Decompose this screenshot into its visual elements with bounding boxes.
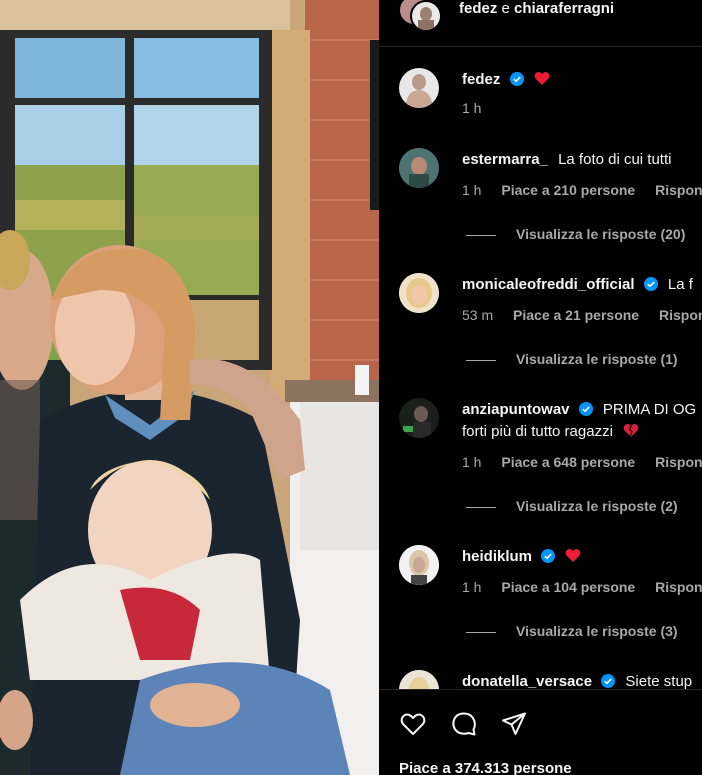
collab-usernames: fedez e chiaraferragni: [459, 0, 614, 17]
comment-likes[interactable]: Piace a 21 persone: [513, 307, 639, 323]
verified-badge-icon: [509, 72, 524, 86]
comment-time[interactable]: 53 m: [462, 307, 493, 323]
verified-badge-icon: [541, 549, 556, 563]
reply-button[interactable]: Rispondi: [655, 182, 702, 198]
comment-bubble-icon[interactable]: [450, 710, 478, 738]
view-replies-button[interactable]: Visualizza le risposte (2): [466, 498, 678, 514]
verified-badge-icon: [578, 402, 593, 416]
comment-username[interactable]: donatella_versace: [462, 673, 592, 690]
reply-button[interactable]: Rispondi: [655, 579, 702, 595]
paper-plane-icon[interactable]: [500, 710, 528, 738]
view-replies-label: Visualizza le risposte (1): [516, 351, 678, 367]
view-replies-button[interactable]: Visualizza le risposte (1): [466, 351, 678, 367]
view-replies-label: Visualizza le risposte (2): [516, 498, 678, 514]
comment-meta: 1 h Piace a 104 persone Rispondi: [462, 579, 702, 595]
comment-line: anziapuntowav PRIMA DI OG: [462, 401, 696, 418]
post-likes-count[interactable]: Piace a 374.313 persone: [399, 760, 572, 775]
comment-line: monicaleofreddi_official La f: [462, 276, 693, 293]
avatar-image: [399, 398, 439, 438]
conjunction: e: [501, 0, 510, 17]
post-photo[interactable]: [0, 0, 379, 775]
reply-button[interactable]: Rispondi: [655, 454, 702, 470]
avatar-image: [418, 7, 434, 30]
comment-username[interactable]: anziapuntowav: [462, 401, 570, 418]
replies-divider: [466, 359, 496, 361]
comment-text: Siete stup: [625, 673, 693, 690]
avatar-image: [399, 273, 439, 313]
username-link[interactable]: chiaraferragni: [514, 0, 614, 17]
heart-outline-icon[interactable]: [399, 710, 427, 738]
comment-line: donatella_versace Siete stup: [462, 673, 692, 690]
avatar-image: [405, 74, 433, 108]
comment-time[interactable]: 1 h: [462, 454, 481, 470]
caption-time[interactable]: 1 h: [462, 100, 481, 116]
avatar[interactable]: [410, 0, 442, 32]
comment-text-continued: forti più di tutto ragazzi: [462, 423, 613, 440]
comment-meta: 1 h Piace a 648 persone Rispondi: [462, 454, 702, 470]
avatar[interactable]: [399, 398, 439, 438]
caption-username[interactable]: fedez: [462, 71, 500, 88]
collab-avatars[interactable]: [398, 0, 442, 34]
comment-text: PRIMA DI OG: [602, 401, 697, 418]
post-header: fedez e chiaraferragni: [379, 0, 702, 47]
comment-likes[interactable]: Piace a 648 persone: [501, 454, 635, 470]
avatar[interactable]: [399, 545, 439, 585]
comment-text: La f: [667, 276, 693, 293]
view-replies-label: Visualizza le risposte (20): [516, 226, 686, 242]
comment-meta: 1 h Piace a 210 persone Rispondi: [462, 182, 702, 198]
avatar-image: [399, 148, 439, 188]
comment-line: heidiklum: [462, 548, 581, 565]
post-action-bar: Piace a 374.313 persone: [379, 689, 702, 775]
comment-meta: 53 m Piace a 21 persone Rispondi: [462, 307, 702, 323]
comment-likes[interactable]: Piace a 104 persone: [501, 579, 635, 595]
broken-heart-emoji: [623, 424, 639, 437]
verified-badge-icon: [643, 277, 658, 291]
username-link[interactable]: fedez: [459, 0, 497, 17]
family-photo-illustration: [0, 0, 379, 775]
red-heart-emoji: [565, 549, 581, 562]
verified-badge-icon: [601, 674, 616, 688]
view-replies-button[interactable]: Visualizza le risposte (3): [466, 623, 678, 639]
avatar[interactable]: [399, 148, 439, 188]
avatar[interactable]: [399, 68, 439, 108]
replies-divider: [466, 234, 496, 236]
comment-likes[interactable]: Piace a 210 persone: [501, 182, 635, 198]
caption-meta: 1 h: [462, 100, 497, 116]
reply-button[interactable]: Rispondi: [659, 307, 702, 323]
avatar[interactable]: [399, 273, 439, 313]
comment-time[interactable]: 1 h: [462, 182, 481, 198]
comment-time[interactable]: 1 h: [462, 579, 481, 595]
comment-username[interactable]: heidiklum: [462, 548, 532, 565]
comment-username[interactable]: monicaleofreddi_official: [462, 276, 635, 293]
post-side-panel: fedez e chiaraferragni fedez 1 h esterma…: [379, 0, 702, 775]
avatar-image: [399, 545, 439, 585]
view-replies-button[interactable]: Visualizza le risposte (20): [466, 226, 685, 242]
replies-divider: [466, 631, 496, 633]
comment-line: estermarra_ La foto di cui tutti: [462, 151, 671, 168]
replies-divider: [466, 506, 496, 508]
comment-username[interactable]: estermarra_: [462, 151, 548, 168]
red-heart-emoji: [534, 72, 550, 85]
caption-line: fedez: [462, 71, 550, 88]
comment-text: La foto di cui tutti: [558, 151, 672, 168]
view-replies-label: Visualizza le risposte (3): [516, 623, 678, 639]
comment-line-2: forti più di tutto ragazzi: [462, 423, 639, 440]
